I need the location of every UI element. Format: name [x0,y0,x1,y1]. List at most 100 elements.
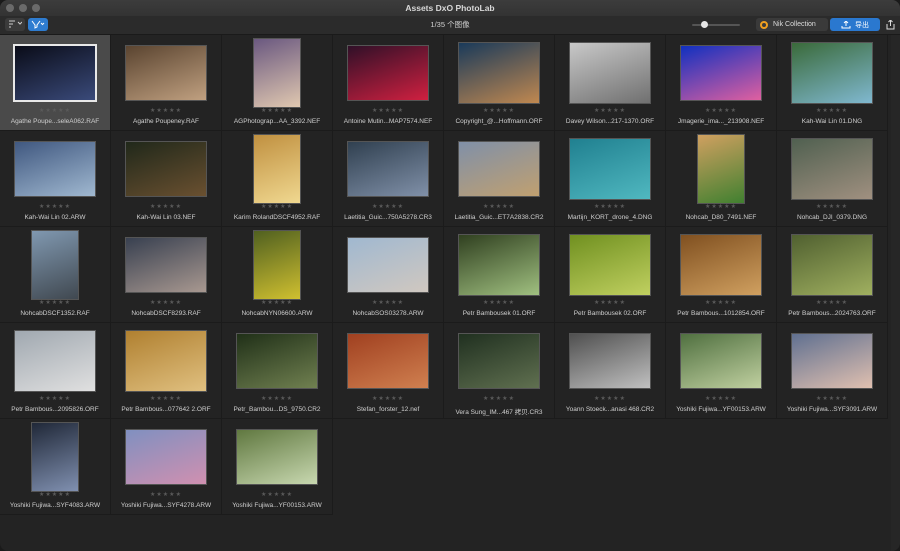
thumbnail-cell[interactable]: ★★★★★ Petr Bambous...077642 2.ORF [111,323,222,419]
thumbnail-cell[interactable]: ★★★★★ Yoshiki Fujiwa...YF00153.ARW [666,323,777,419]
thumbnail-image[interactable] [792,334,872,388]
nik-collection-button[interactable]: Nik Collection [756,18,828,31]
thumbnail-cell[interactable]: ★★★★★ Antoine Mutin...MAP7574.NEF [333,35,444,131]
thumbnail-image[interactable] [681,334,761,388]
thumbnail-cell[interactable]: ★★★★★ Yoshiki Fujiwa...SYF4083.ARW [0,419,111,515]
thumbnail-image[interactable] [459,43,539,103]
thumbnail-image[interactable] [570,235,650,295]
star-rating[interactable]: ★★★★★ [222,395,332,402]
thumbnail-image[interactable] [570,139,650,199]
thumbnail-cell[interactable]: ★★★★★ Vera Sung_IM...467 拷贝.CR3 [444,323,555,419]
star-rating[interactable]: ★★★★★ [0,395,110,402]
thumbnail-cell[interactable]: ★★★★★ Petr_Bambou...DS_9750.CR2 [222,323,333,419]
star-rating[interactable]: ★★★★★ [222,107,332,114]
thumbnail-image[interactable] [459,142,539,196]
star-rating[interactable]: ★★★★★ [0,299,110,306]
star-rating[interactable]: ★★★★★ [0,203,110,210]
star-rating[interactable]: ★★★★★ [222,491,332,498]
thumbnail-image[interactable] [126,331,206,391]
thumbnail-image[interactable] [792,43,872,103]
thumbnail-image[interactable] [459,235,539,295]
thumbnail-image[interactable] [237,334,317,388]
thumbnail-image[interactable] [792,139,872,199]
thumbnail-cell[interactable]: ★★★★★ AGPhotograp...AA_3392.NEF [222,35,333,131]
star-rating[interactable]: ★★★★★ [111,203,221,210]
thumbnail-image[interactable] [32,423,78,491]
thumbnail-cell[interactable]: ★★★★★ Kah-Wai Lin 03.NEF [111,131,222,227]
thumbnail-cell[interactable]: ★★★★★ Davey Wilson...217-1370.ORF [555,35,666,131]
thumbnail-cell[interactable]: ★★★★★ Jmagerie_ima..._213908.NEF [666,35,777,131]
close-window-button[interactable] [6,4,14,12]
thumbnail-image[interactable] [348,238,428,292]
thumbnail-cell[interactable]: ★★★★★ Petr Bambous...2095826.ORF [0,323,111,419]
star-rating[interactable]: ★★★★★ [666,203,776,210]
thumbnail-image[interactable] [126,46,206,100]
star-rating[interactable]: ★★★★★ [333,299,443,306]
star-rating[interactable]: ★★★★★ [111,299,221,306]
star-rating[interactable]: ★★★★★ [333,395,443,402]
scrollbar[interactable] [891,35,900,551]
thumbnail-cell[interactable]: ★★★★★ Laetitia_Guic...750A5278.CR3 [333,131,444,227]
minimize-window-button[interactable] [19,4,27,12]
star-rating[interactable]: ★★★★★ [666,107,776,114]
thumbnail-image[interactable] [792,235,872,295]
star-rating[interactable]: ★★★★★ [444,299,554,306]
thumbnail-image[interactable] [570,43,650,103]
thumbnail-cell[interactable]: ★★★★★ Kah-Wai Lin 02.ARW [0,131,111,227]
thumbnail-cell[interactable]: ★★★★★ Petr Bambousek 02.ORF [555,227,666,323]
share-button[interactable] [884,18,896,31]
thumbnail-cell[interactable]: ★★★★★ Stefan_forster_12.nef [333,323,444,419]
thumbnail-cell[interactable]: ★★★★★ Yoshiki Fujiwa...SYF4278.ARW [111,419,222,515]
thumbnail-image[interactable] [254,135,300,203]
thumbnail-image[interactable] [15,331,95,391]
star-rating[interactable]: ★★★★★ [777,395,887,402]
thumbnail-cell[interactable]: ★★★★★ NohcabSOS03278.ARW [333,227,444,323]
thumbnail-image[interactable] [254,231,300,299]
thumbnail-cell[interactable]: ★★★★★ Yoshiki Fujiwa...YF00153.ARW [222,419,333,515]
thumbnail-cell[interactable]: ★★★★★ Yoann Stoeck...anasi 468.CR2 [555,323,666,419]
star-rating[interactable]: ★★★★★ [0,107,110,114]
thumbnail-cell[interactable]: ★★★★★ Kah-Wai Lin 01.DNG [777,35,888,131]
thumbnail-cell[interactable]: ★★★★★ Copyright_@...Hoffmann.ORF [444,35,555,131]
thumbnail-image[interactable] [126,238,206,292]
star-rating[interactable]: ★★★★★ [555,107,665,114]
star-rating[interactable]: ★★★★★ [333,203,443,210]
thumbnail-image[interactable] [348,334,428,388]
star-rating[interactable]: ★★★★★ [555,395,665,402]
thumbnail-image[interactable] [126,142,206,196]
thumbnail-cell[interactable]: ★★★★★ NohcabDSCF8293.RAF [111,227,222,323]
thumbnail-cell[interactable]: ★★★★★ NohcabNYN06600.ARW [222,227,333,323]
thumbnail-image[interactable] [681,46,761,100]
thumbnail-cell[interactable]: ★★★★★ Yoshiki Fujiwa...SYF3091.ARW [777,323,888,419]
thumbnail-image[interactable] [237,430,317,484]
thumbnail-cell[interactable]: ★★★★★ Petr Bambous...2024763.ORF [777,227,888,323]
slider-knob[interactable] [701,21,708,28]
zoom-window-button[interactable] [32,4,40,12]
star-rating[interactable]: ★★★★★ [0,491,110,498]
thumbnail-image[interactable] [126,430,206,484]
thumbnail-image[interactable] [698,135,744,203]
export-button[interactable]: 导出 [830,18,880,31]
star-rating[interactable]: ★★★★★ [777,203,887,210]
star-rating[interactable]: ★★★★★ [111,107,221,114]
thumbnail-image[interactable] [459,334,539,388]
thumbnail-cell[interactable]: ★★★★★ NohcabDSCF1352.RAF [0,227,111,323]
star-rating[interactable]: ★★★★★ [222,299,332,306]
thumbnail-image[interactable] [15,46,95,100]
star-rating[interactable]: ★★★★★ [666,395,776,402]
thumbnail-image[interactable] [681,235,761,295]
thumbnail-cell[interactable]: ★★★★★ Martijn_KORT_drone_4.DNG [555,131,666,227]
thumbnail-cell[interactable]: ★★★★★ Nohcab_D80_7491.NEF [666,131,777,227]
star-rating[interactable]: ★★★★★ [555,299,665,306]
star-rating[interactable]: ★★★★★ [222,203,332,210]
star-rating[interactable]: ★★★★★ [444,395,554,402]
star-rating[interactable]: ★★★★★ [444,203,554,210]
thumbnail-image[interactable] [348,46,428,100]
thumbnail-cell[interactable]: ★★★★★ Petr Bambous...1012854.ORF [666,227,777,323]
thumbnail-image[interactable] [32,231,78,299]
thumbnail-cell[interactable]: ★★★★★ Petr Bambousek 01.ORF [444,227,555,323]
thumbnail-image[interactable] [15,142,95,196]
star-rating[interactable]: ★★★★★ [666,299,776,306]
thumbnail-image[interactable] [570,334,650,388]
thumbnail-cell[interactable]: ★★★★★ Nohcab_DJI_0379.DNG [777,131,888,227]
